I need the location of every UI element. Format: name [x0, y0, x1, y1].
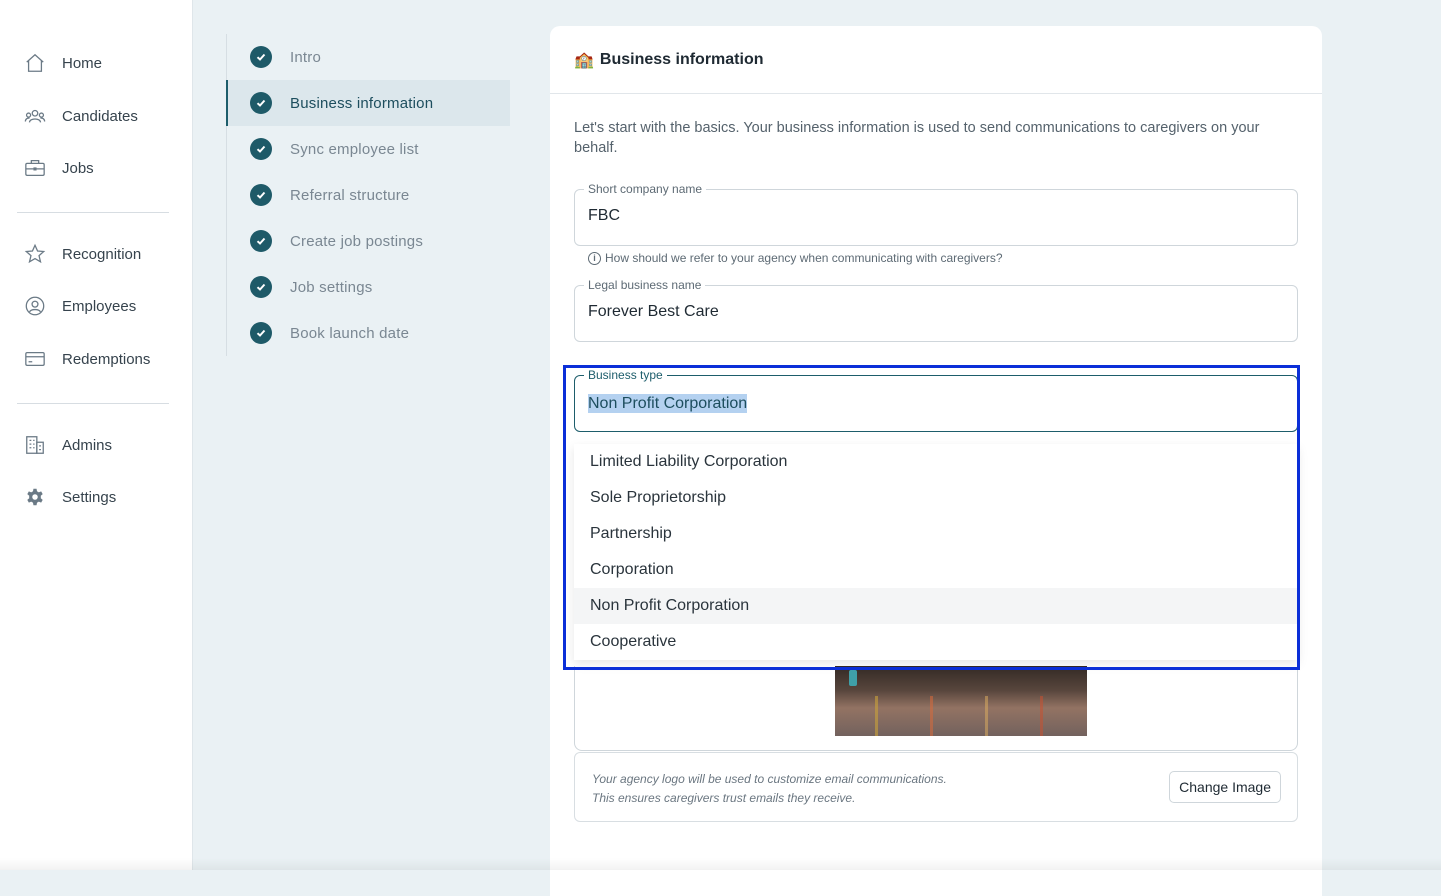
logo-note: Your agency logo will be used to customi…	[592, 770, 947, 808]
option-limited-liability-corporation[interactable]: Limited Liability Corporation	[574, 444, 1298, 480]
sidebar-item-label: Admins	[62, 436, 113, 454]
sidebar-item-label: Candidates	[62, 107, 138, 125]
business-type-field[interactable]: Business type Non Profit Corporation	[574, 368, 1298, 432]
building-icon	[24, 434, 46, 456]
field-value: Non Profit Corporation	[588, 394, 748, 413]
step-label: Intro	[290, 48, 322, 66]
option-sole-proprietorship[interactable]: Sole Proprietorship	[574, 480, 1298, 516]
sidebar-item-candidates[interactable]: Candidates	[24, 101, 138, 131]
step-label: Job settings	[290, 278, 373, 296]
bottom-shadow	[0, 858, 1441, 870]
check-icon	[250, 46, 272, 68]
business-information-card: 🏫 Business information Let's start with …	[550, 26, 1322, 896]
sidebar-item-jobs[interactable]: Jobs	[24, 153, 94, 183]
option-cooperative[interactable]: Cooperative	[574, 624, 1298, 660]
home-icon	[24, 52, 46, 74]
step-label: Referral structure	[290, 186, 410, 204]
hint-text: How should we refer to your agency when …	[605, 251, 1003, 265]
logo-footer: Your agency logo will be used to customi…	[574, 752, 1298, 822]
step-intro[interactable]: Intro	[226, 34, 510, 80]
sidebar-item-label: Jobs	[62, 159, 94, 177]
step-label: Book launch date	[290, 324, 410, 342]
star-icon	[24, 243, 46, 265]
field-value: Forever Best Care	[588, 303, 719, 320]
check-icon	[250, 230, 272, 252]
logo-note-line2: This ensures caregivers trust emails the…	[592, 791, 856, 805]
sidebar-item-employees[interactable]: Employees	[24, 291, 136, 321]
check-icon	[250, 92, 272, 114]
check-icon	[250, 276, 272, 298]
card-title: Business information	[599, 50, 764, 68]
legal-business-name-field[interactable]: Legal business name Forever Best Care	[574, 278, 1298, 342]
option-non-profit-corporation[interactable]: Non Profit Corporation	[574, 588, 1298, 624]
sidebar-item-admins[interactable]: Admins	[24, 430, 112, 460]
business-type-dropdown: Limited Liability Corporation Sole Propr…	[574, 444, 1298, 660]
check-icon	[250, 322, 272, 344]
sidebar-item-label: Recognition	[62, 245, 142, 263]
users-icon	[24, 105, 46, 127]
intro-text: Let's start with the basics. Your busine…	[574, 120, 1260, 156]
short-company-name-field[interactable]: Short company name FBC	[574, 182, 1298, 246]
change-image-button[interactable]: Change Image	[1169, 771, 1281, 803]
gear-icon	[24, 486, 46, 508]
step-create-job-postings[interactable]: Create job postings	[226, 218, 510, 264]
card-header: 🏫 Business information	[550, 26, 1322, 94]
option-corporation[interactable]: Corporation	[574, 552, 1298, 588]
check-icon	[250, 138, 272, 160]
step-book-launch-date[interactable]: Book launch date	[226, 310, 510, 356]
field-label: Short company name	[584, 182, 707, 196]
sidebar-item-redemptions[interactable]: Redemptions	[24, 344, 150, 374]
sidebar: Home Candidates Jobs Recognition Employe…	[0, 0, 193, 870]
short-name-hint: i How should we refer to your agency whe…	[588, 251, 1003, 265]
field-value: FBC	[588, 207, 620, 224]
sidebar-divider	[17, 212, 169, 213]
sidebar-item-label: Employees	[62, 297, 137, 315]
step-label: Business information	[290, 94, 434, 112]
info-icon: i	[588, 251, 601, 265]
sidebar-item-label: Settings	[62, 488, 117, 506]
sidebar-divider	[17, 403, 169, 404]
logo-image	[835, 666, 1087, 736]
school-icon: 🏫	[574, 51, 594, 69]
sidebar-item-label: Redemptions	[62, 350, 151, 368]
sidebar-item-home[interactable]: Home	[24, 48, 102, 78]
sidebar-item-label: Home	[62, 54, 103, 72]
field-label: Business type	[584, 368, 667, 382]
logo-note-line1: Your agency logo will be used to customi…	[592, 772, 947, 786]
selected-text: Non Profit Corporation	[588, 394, 748, 413]
sidebar-item-recognition[interactable]: Recognition	[24, 239, 141, 269]
step-label: Create job postings	[290, 232, 424, 250]
logo-preview-box	[574, 666, 1298, 751]
sidebar-item-settings[interactable]: Settings	[24, 482, 116, 512]
user-circle-icon	[24, 295, 46, 317]
check-icon	[250, 184, 272, 206]
field-label: Legal business name	[584, 278, 706, 292]
step-referral-structure[interactable]: Referral structure	[226, 172, 510, 218]
step-sync-employee-list[interactable]: Sync employee list	[226, 126, 510, 172]
step-job-settings[interactable]: Job settings	[226, 264, 510, 310]
step-business-information[interactable]: Business information	[226, 80, 510, 126]
briefcase-icon	[24, 157, 46, 179]
option-partnership[interactable]: Partnership	[574, 516, 1298, 552]
credit-card-icon	[24, 348, 46, 370]
step-label: Sync employee list	[290, 140, 419, 158]
